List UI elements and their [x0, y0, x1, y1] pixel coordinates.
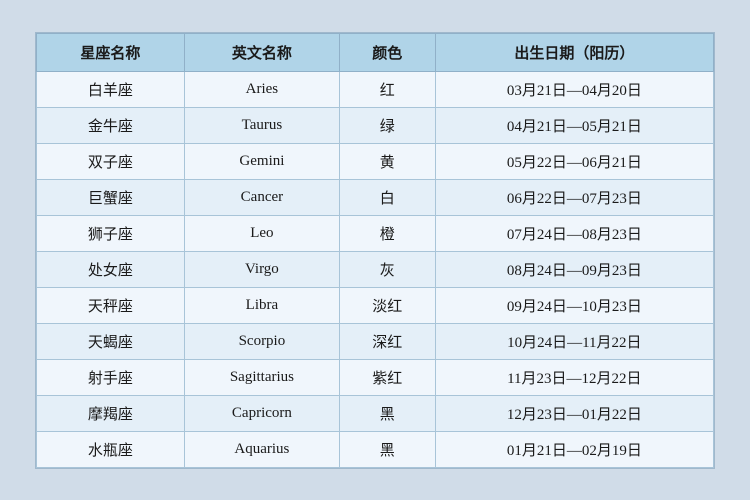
table-row: 水瓶座Aquarius黑01月21日—02月19日: [37, 431, 714, 467]
cell-color: 绿: [339, 107, 435, 143]
cell-english: Virgo: [184, 251, 339, 287]
cell-chinese: 天秤座: [37, 287, 185, 323]
zodiac-table: 星座名称 英文名称 颜色 出生日期（阳历） 白羊座Aries红03月21日—04…: [36, 33, 714, 468]
cell-english: Capricorn: [184, 395, 339, 431]
cell-dates: 05月22日—06月21日: [435, 143, 713, 179]
cell-chinese: 白羊座: [37, 71, 185, 107]
cell-english: Aquarius: [184, 431, 339, 467]
cell-chinese: 水瓶座: [37, 431, 185, 467]
cell-color: 黑: [339, 431, 435, 467]
cell-english: Libra: [184, 287, 339, 323]
cell-dates: 10月24日—11月22日: [435, 323, 713, 359]
cell-chinese: 金牛座: [37, 107, 185, 143]
header-dates: 出生日期（阳历）: [435, 33, 713, 71]
cell-color: 红: [339, 71, 435, 107]
table-row: 白羊座Aries红03月21日—04月20日: [37, 71, 714, 107]
cell-dates: 12月23日—01月22日: [435, 395, 713, 431]
cell-english: Leo: [184, 215, 339, 251]
cell-color: 黑: [339, 395, 435, 431]
cell-chinese: 处女座: [37, 251, 185, 287]
cell-english: Cancer: [184, 179, 339, 215]
cell-color: 黄: [339, 143, 435, 179]
table-row: 双子座Gemini黄05月22日—06月21日: [37, 143, 714, 179]
cell-english: Taurus: [184, 107, 339, 143]
cell-chinese: 双子座: [37, 143, 185, 179]
table-row: 射手座Sagittarius紫红11月23日—12月22日: [37, 359, 714, 395]
cell-dates: 09月24日—10月23日: [435, 287, 713, 323]
cell-dates: 03月21日—04月20日: [435, 71, 713, 107]
table-row: 巨蟹座Cancer白06月22日—07月23日: [37, 179, 714, 215]
table-body: 白羊座Aries红03月21日—04月20日金牛座Taurus绿04月21日—0…: [37, 71, 714, 467]
cell-chinese: 天蝎座: [37, 323, 185, 359]
cell-chinese: 摩羯座: [37, 395, 185, 431]
table-header-row: 星座名称 英文名称 颜色 出生日期（阳历）: [37, 33, 714, 71]
cell-chinese: 巨蟹座: [37, 179, 185, 215]
zodiac-table-container: 星座名称 英文名称 颜色 出生日期（阳历） 白羊座Aries红03月21日—04…: [35, 32, 715, 469]
cell-color: 灰: [339, 251, 435, 287]
table-row: 摩羯座Capricorn黑12月23日—01月22日: [37, 395, 714, 431]
header-english-name: 英文名称: [184, 33, 339, 71]
cell-dates: 07月24日—08月23日: [435, 215, 713, 251]
cell-english: Gemini: [184, 143, 339, 179]
cell-dates: 11月23日—12月22日: [435, 359, 713, 395]
cell-color: 橙: [339, 215, 435, 251]
table-row: 金牛座Taurus绿04月21日—05月21日: [37, 107, 714, 143]
table-row: 狮子座Leo橙07月24日—08月23日: [37, 215, 714, 251]
cell-english: Scorpio: [184, 323, 339, 359]
cell-color: 深红: [339, 323, 435, 359]
cell-chinese: 狮子座: [37, 215, 185, 251]
cell-color: 白: [339, 179, 435, 215]
table-row: 天蝎座Scorpio深红10月24日—11月22日: [37, 323, 714, 359]
header-chinese-name: 星座名称: [37, 33, 185, 71]
cell-chinese: 射手座: [37, 359, 185, 395]
cell-dates: 08月24日—09月23日: [435, 251, 713, 287]
cell-dates: 04月21日—05月21日: [435, 107, 713, 143]
cell-english: Sagittarius: [184, 359, 339, 395]
cell-color: 淡红: [339, 287, 435, 323]
table-row: 处女座Virgo灰08月24日—09月23日: [37, 251, 714, 287]
cell-color: 紫红: [339, 359, 435, 395]
header-color: 颜色: [339, 33, 435, 71]
cell-dates: 06月22日—07月23日: [435, 179, 713, 215]
table-row: 天秤座Libra淡红09月24日—10月23日: [37, 287, 714, 323]
cell-english: Aries: [184, 71, 339, 107]
cell-dates: 01月21日—02月19日: [435, 431, 713, 467]
